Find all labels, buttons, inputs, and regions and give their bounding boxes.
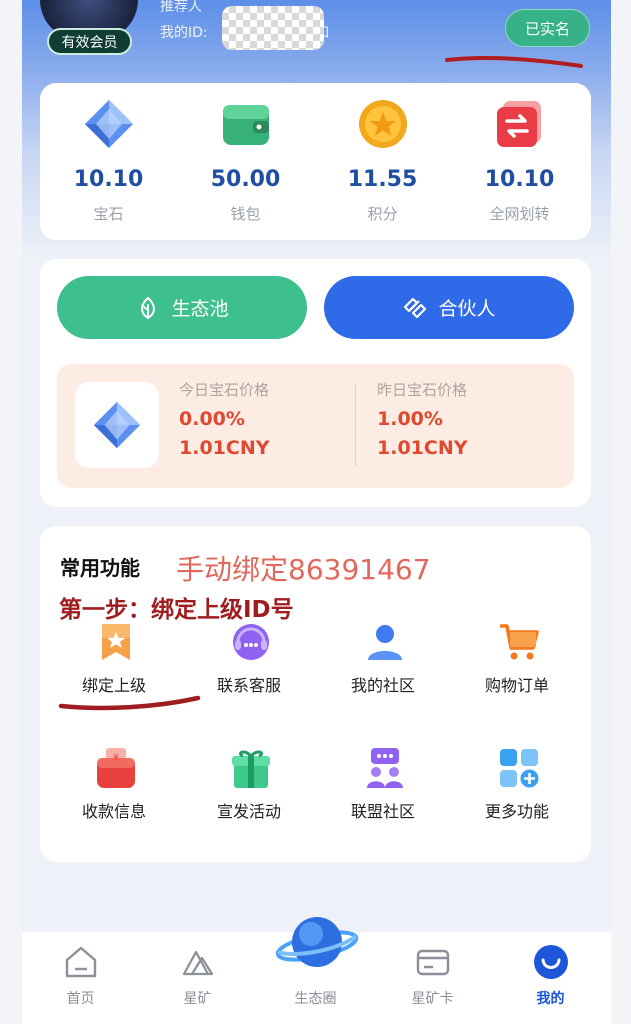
tab-mine-card[interactable]: 星矿卡	[374, 944, 491, 1008]
home-icon	[65, 946, 96, 978]
stat-label: 全网划转	[489, 205, 550, 223]
stat-value: 10.10	[484, 167, 555, 192]
eco-pool-button[interactable]: 生态池	[57, 276, 307, 339]
annotation-underline-bind	[58, 695, 201, 711]
functions-title: 常用功能	[60, 556, 140, 580]
planet-icon[interactable]	[275, 906, 359, 980]
user-id-prefix: 我的ID:	[160, 25, 208, 41]
annotation-step1: 第一步：绑定上级ID号	[59, 597, 294, 623]
tab-mine[interactable]: 星矿	[139, 944, 256, 1008]
tab-label: 我的	[536, 991, 565, 1007]
stat-label: 积分	[367, 205, 398, 223]
today-price-column: 今日宝石价格 0.00% 1.01CNY	[179, 379, 269, 459]
shopping-cart-icon	[500, 624, 539, 660]
member-badge: 有效会员	[47, 28, 132, 55]
points-coin-icon	[359, 100, 407, 148]
annotation-underline-verified	[445, 56, 583, 68]
func-label: 收款信息	[81, 802, 146, 821]
tab-home[interactable]: 首页	[22, 944, 139, 1008]
eco-card: 生态池 合伙人 今日宝石价格 0.00% 1.01CNY 昨日宝石价格 1.00…	[40, 259, 591, 507]
stat-value: 11.55	[347, 167, 418, 192]
community-icon	[368, 625, 402, 660]
yesterday-price-value: 1.01CNY	[377, 437, 468, 459]
partner-label: 合伙人	[438, 298, 496, 320]
func-label: 更多功能	[484, 802, 549, 821]
func-label: 宣发活动	[216, 802, 281, 821]
partner-button[interactable]: 合伙人	[324, 276, 574, 339]
yesterday-price-change: 1.00%	[377, 408, 443, 430]
func-label: 购物订单	[484, 676, 549, 695]
verified-button[interactable]: 已实名	[505, 9, 590, 47]
eco-pool-label: 生态池	[171, 298, 229, 320]
leaf-icon	[141, 296, 156, 319]
transfer-icon	[497, 101, 541, 147]
partner-icon	[404, 297, 427, 318]
stat-label: 宝石	[93, 205, 124, 223]
bind-superior-icon	[102, 624, 130, 660]
gem-icon	[85, 100, 133, 148]
customer-service-icon	[233, 624, 269, 660]
func-label: 联盟社区	[350, 802, 415, 821]
today-price-title: 今日宝石价格	[179, 381, 270, 399]
tab-label: 生态圈	[294, 991, 337, 1007]
today-price-value: 1.01CNY	[179, 437, 270, 459]
gem-tile	[75, 382, 159, 468]
yesterday-price-title: 昨日宝石价格	[377, 381, 468, 399]
stat-label: 钱包	[230, 205, 261, 223]
profile-icon	[533, 945, 568, 979]
stat-points[interactable]: 11.55 积分	[314, 83, 451, 240]
referrer-label: 推荐人	[160, 0, 202, 15]
gem-icon	[93, 401, 141, 449]
tab-label: 首页	[66, 991, 95, 1007]
func-label: 我的社区	[350, 676, 415, 695]
func-label: 联系客服	[216, 676, 281, 695]
stat-gems[interactable]: 10.10 宝石	[40, 83, 177, 240]
alliance-icon	[367, 748, 403, 788]
tab-label: 星矿卡	[411, 991, 454, 1007]
tab-label: 星矿	[183, 991, 212, 1007]
today-price-change: 0.00%	[179, 408, 245, 430]
gift-icon	[232, 750, 270, 788]
payment-info-icon: ¥	[97, 748, 135, 788]
annotation-manual-bind: 手动绑定86391467	[176, 553, 431, 586]
stats-card: 10.10 宝石 50.00 钱包 11.55 积分 10.10 全网划转	[40, 83, 591, 240]
svg-text:¥: ¥	[113, 753, 119, 763]
gem-price-box: 今日宝石价格 0.00% 1.01CNY 昨日宝石价格 1.00% 1.01CN…	[57, 364, 574, 488]
stat-value: 10.10	[73, 167, 144, 192]
tab-profile[interactable]: 我的	[492, 944, 609, 1008]
left-edge	[0, 0, 22, 1024]
more-functions-icon	[500, 749, 539, 788]
card-icon	[416, 949, 449, 976]
mine-icon	[182, 950, 213, 976]
yesterday-price-column: 昨日宝石价格 1.00% 1.01CNY	[377, 379, 467, 459]
wallet-icon	[223, 105, 269, 145]
right-edge	[611, 0, 631, 1024]
stat-wallet[interactable]: 50.00 钱包	[177, 83, 314, 240]
redacted-id-mask	[222, 6, 324, 50]
price-divider	[355, 384, 356, 466]
stat-value: 50.00	[210, 167, 281, 192]
stat-transfer[interactable]: 10.10 全网划转	[451, 83, 588, 240]
